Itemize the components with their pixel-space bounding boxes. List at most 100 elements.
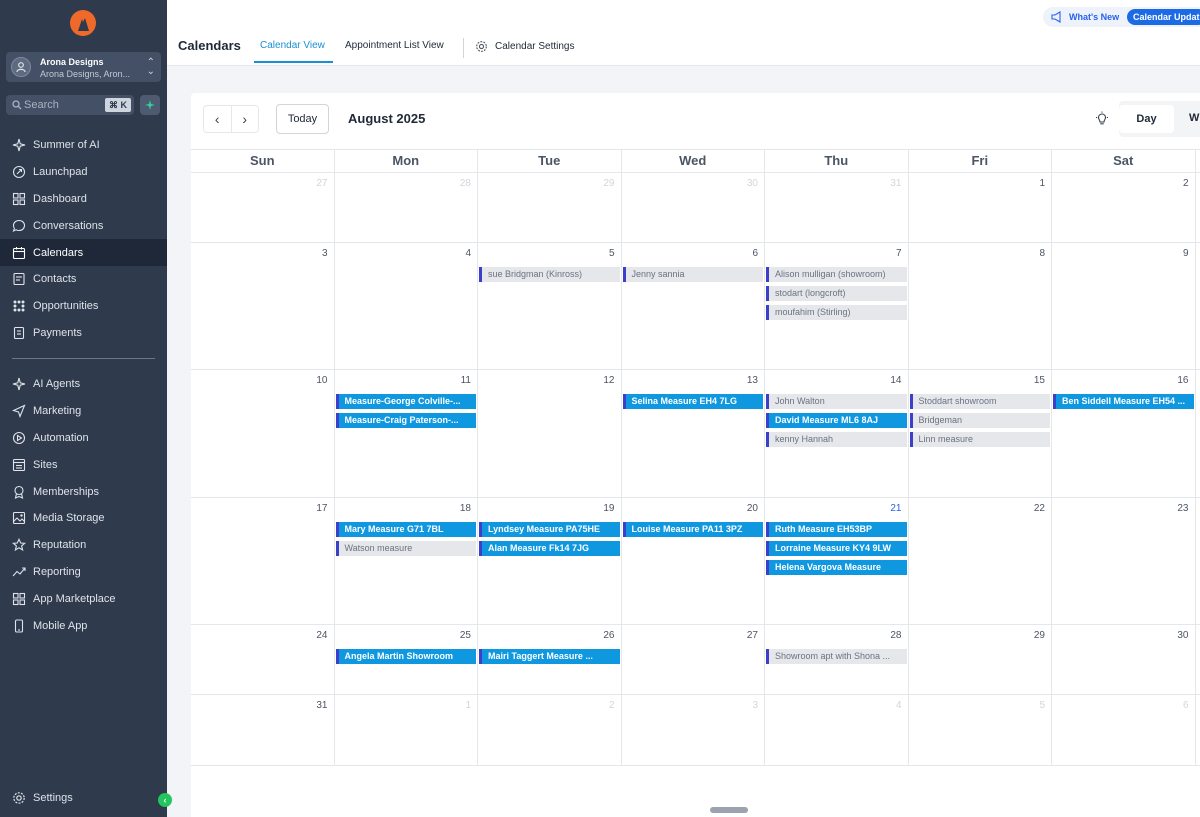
collapse-sidebar-button[interactable]: ‹ [158,793,172,807]
day-cell[interactable]: 22 [909,498,1052,624]
appointment-event[interactable]: Linn measure [909,432,1050,447]
appointment-event[interactable]: Angela Martin Showroom [335,649,476,664]
day-cell[interactable]: 5 sue Bridgman (Kinross) [478,243,622,369]
day-cell[interactable]: 7 Alison mulligan (showroom) stodart (long… [765,243,909,369]
sidebar-item-media-storage[interactable]: Media Storage [0,505,167,532]
sidebar-item-ai-agents[interactable]: AI Agents [0,371,167,398]
appointment-event[interactable]: Watson measure [335,541,476,556]
scroll-handle[interactable] [710,807,748,813]
day-cell[interactable]: 18 Mary Measure G71 7BL Watson measure [335,498,478,624]
sidebar-item-opportunities[interactable]: Opportunities [0,293,167,320]
day-cell[interactable]: 29 [478,173,622,242]
appointment-event[interactable]: Louise Measure PA11 3PZ [622,522,763,537]
day-cell[interactable]: 30 [622,173,765,242]
day-cell[interactable]: 12 [478,370,622,497]
day-cell[interactable]: 16 Ben Siddell Measure EH54 ... [1052,370,1196,497]
day-cell[interactable]: 1 [335,695,478,765]
appointment-event[interactable]: Measure-George Colville-... [335,394,476,409]
sidebar-item-conversations[interactable]: Conversations [0,212,167,239]
day-cell[interactable]: 4 [335,243,478,369]
sidebar-item-marketing[interactable]: Marketing [0,398,167,425]
tab-appointment-list-view[interactable]: Appointment List View [345,40,444,51]
sidebar-item-summer-of-ai[interactable]: Summer of AI [0,132,167,159]
appointment-event[interactable]: Jenny sannia [622,267,763,282]
day-cell[interactable]: 27 [622,625,765,694]
day-cell[interactable]: 10 [191,370,335,497]
day-cell[interactable]: 6 Jenny sannia [622,243,765,369]
view-day-button[interactable]: Day [1119,105,1174,133]
sidebar-item-memberships[interactable]: Memberships [0,478,167,505]
day-cell[interactable]: 31 [191,695,335,765]
appointment-event[interactable]: Measure-Craig Paterson-... [335,413,476,428]
sidebar-item-settings[interactable]: Settings [12,791,73,805]
appointment-event[interactable]: Alan Measure Fk14 7JG [479,541,620,556]
calendar-updates-badge[interactable]: Calendar Updat [1127,9,1200,25]
day-cell[interactable]: 28 Showroom apt with Shona ... [765,625,909,694]
appointment-event[interactable]: John Walton [766,394,907,409]
appointment-event[interactable]: Stoddart showroom [909,394,1050,409]
sidebar-item-sites[interactable]: Sites [0,451,167,478]
appointment-event[interactable]: Alison mulligan (showroom) [766,267,907,282]
day-cell[interactable]: 17 [191,498,335,624]
day-cell[interactable]: 2 [1052,173,1196,242]
day-cell[interactable]: 19 Lyndsey Measure PA75HE Alan Measure Fk1… [478,498,622,624]
sidebar-item-calendars[interactable]: Calendars [0,239,167,266]
day-cell[interactable]: 3 [622,695,765,765]
day-cell[interactable]: 27 [191,173,335,242]
appointment-event[interactable]: Mairi Taggert Measure ... [479,649,620,664]
day-cell[interactable]: 9 [1052,243,1196,369]
appointment-event[interactable]: moufahim (Stirling) [766,305,907,320]
day-cell[interactable]: 20 Louise Measure PA11 3PZ [622,498,765,624]
day-cell[interactable]: 4 [765,695,909,765]
day-cell[interactable]: 30 [1052,625,1196,694]
day-cell[interactable]: 15 Stoddart showroom Bridgeman Linn measure [909,370,1052,497]
sidebar-item-dashboard[interactable]: Dashboard [0,186,167,213]
prev-month-button[interactable]: ‹ [204,106,232,132]
day-cell[interactable]: 21 Ruth Measure EH53BP Lorraine Measure KY… [765,498,909,624]
day-cell[interactable]: 26 Mairi Taggert Measure ... [478,625,622,694]
next-month-button[interactable]: › [232,106,259,132]
today-button[interactable]: Today [276,104,329,134]
sidebar-item-reporting[interactable]: Reporting [0,559,167,586]
day-cell[interactable]: 28 [335,173,478,242]
day-cell[interactable]: 5 [909,695,1052,765]
ai-assistant-button[interactable] [140,95,160,115]
appointment-event[interactable]: stodart (longcroft) [766,286,907,301]
day-cell[interactable]: 29 [909,625,1052,694]
sidebar-item-launchpad[interactable]: Launchpad [0,159,167,186]
account-switcher[interactable]: Arona Designs Arona Designs, Aron... ⌃ ⌄ [6,52,161,82]
day-cell[interactable]: 24 [191,625,335,694]
appointment-event[interactable]: Ruth Measure EH53BP [766,522,907,537]
brand-logo[interactable] [70,10,96,36]
day-cell[interactable]: 14 John Walton David Measure ML6 8AJ kenny … [765,370,909,497]
view-week-button[interactable]: W [1189,112,1199,124]
appointment-event[interactable]: Lyndsey Measure PA75HE [479,522,620,537]
day-cell[interactable]: 6 [1052,695,1196,765]
day-cell[interactable]: 2 [478,695,622,765]
appointment-event[interactable]: Ben Siddell Measure EH54 ... [1053,394,1194,409]
lightbulb-icon[interactable] [1094,111,1110,132]
appointment-event[interactable]: Showroom apt with Shona ... [766,649,907,664]
search-input[interactable]: Search ⌘ K [6,95,134,115]
day-cell[interactable]: 23 [1052,498,1196,624]
sidebar-item-reputation[interactable]: Reputation [0,532,167,559]
appointment-event[interactable]: kenny Hannah [766,432,907,447]
day-cell[interactable]: 3 [191,243,335,369]
appointment-event[interactable]: Lorraine Measure KY4 9LW [766,541,907,556]
sidebar-item-contacts[interactable]: Contacts [0,266,167,293]
tab-calendar-view[interactable]: Calendar View [260,40,325,51]
sidebar-item-app-marketplace[interactable]: App Marketplace [0,585,167,612]
appointment-event[interactable]: Helena Vargova Measure [766,560,907,575]
appointment-event[interactable]: Selina Measure EH4 7LG [622,394,763,409]
day-cell[interactable]: 11 Measure-George Colville-... Measure-Cra… [335,370,478,497]
appointment-event[interactable]: Bridgeman [909,413,1050,428]
tab-calendar-settings[interactable]: Calendar Settings [475,40,575,53]
sidebar-item-mobile-app[interactable]: Mobile App [0,612,167,639]
sidebar-item-automation[interactable]: Automation [0,425,167,452]
appointment-event[interactable]: Mary Measure G71 7BL [335,522,476,537]
day-cell[interactable]: 8 [909,243,1052,369]
day-cell[interactable]: 31 [765,173,909,242]
day-cell[interactable]: 13 Selina Measure EH4 7LG [622,370,765,497]
appointment-event[interactable]: sue Bridgman (Kinross) [479,267,620,282]
appointment-event[interactable]: David Measure ML6 8AJ [766,413,907,428]
